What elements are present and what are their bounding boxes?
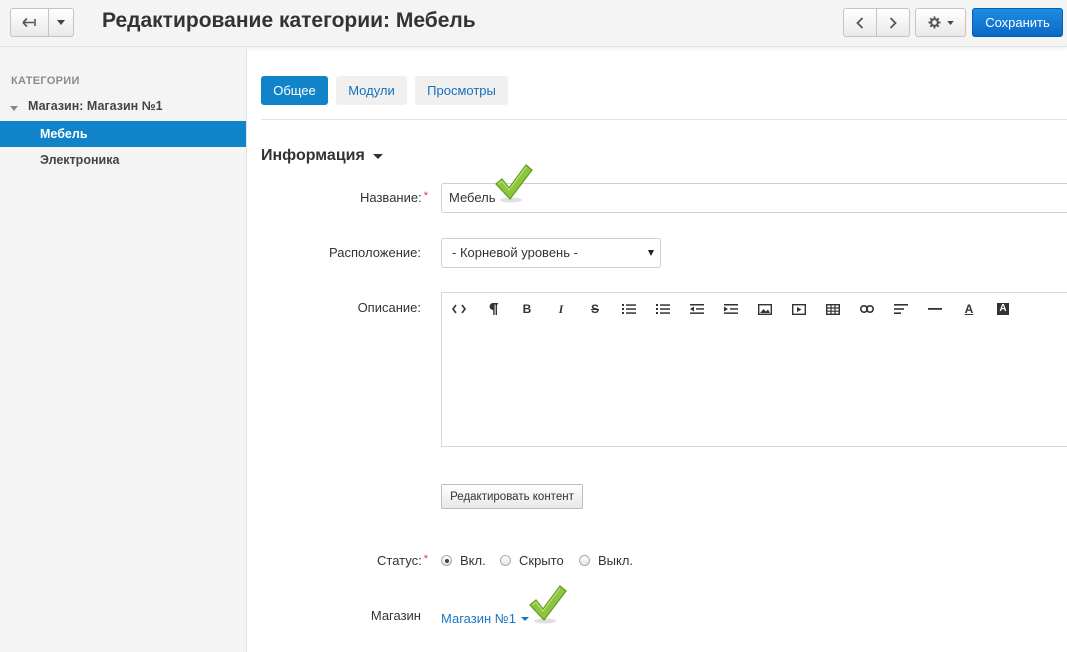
tree-root-label: Магазин: Магазин №1 — [28, 99, 163, 113]
status-option-label: Вкл. — [460, 553, 486, 568]
background-color-icon[interactable]: A — [993, 300, 1013, 318]
sidebar-heading: КАТЕГОРИИ — [11, 75, 80, 87]
back-menu-button[interactable] — [48, 8, 74, 37]
italic-icon[interactable]: I — [551, 300, 571, 318]
align-icon[interactable] — [891, 300, 911, 318]
store-selector[interactable]: Магазин №1 — [441, 611, 529, 626]
indent-icon[interactable] — [721, 300, 741, 318]
caret-down-icon — [57, 20, 65, 25]
chevron-right-icon — [889, 16, 897, 29]
page-title: Редактирование категории: Мебель — [102, 9, 476, 32]
chevron-left-icon — [856, 16, 864, 29]
expand-triangle-icon[interactable] — [10, 105, 18, 111]
sidebar-item-mebel[interactable]: Мебель — [0, 121, 246, 147]
select-arrow-icon — [648, 250, 654, 256]
editor-toolbar: B I S A A — [442, 293, 1067, 327]
checkmark-icon — [529, 585, 567, 624]
edit-content-button[interactable]: Редактировать контент — [441, 484, 583, 509]
description-label: Описание: — [357, 300, 421, 315]
tab-general[interactable]: Общее — [261, 76, 328, 105]
save-button[interactable]: Сохранить — [972, 8, 1063, 37]
next-button[interactable] — [876, 8, 910, 37]
font-color-icon[interactable]: A — [959, 300, 979, 318]
outdent-icon[interactable] — [687, 300, 707, 318]
status-radio-on[interactable]: Вкл. — [441, 553, 486, 568]
code-view-icon[interactable] — [449, 300, 469, 318]
paragraph-icon[interactable] — [483, 300, 503, 318]
section-title-information[interactable]: Информация — [261, 147, 383, 165]
section-title-label: Информация — [261, 147, 365, 164]
location-select[interactable]: - Корневой уровень - — [441, 238, 661, 268]
link-icon[interactable] — [857, 300, 877, 318]
tab-modules[interactable]: Модули — [336, 76, 407, 105]
status-radio-hidden[interactable]: Скрыто — [500, 553, 564, 568]
horizontal-rule-icon[interactable] — [925, 300, 945, 318]
previous-button[interactable] — [843, 8, 877, 37]
location-label: Расположение: — [329, 245, 421, 260]
store-selector-value: Магазин №1 — [441, 611, 516, 626]
video-icon[interactable] — [789, 300, 809, 318]
status-option-label: Скрыто — [519, 553, 564, 568]
caret-down-icon — [946, 20, 954, 25]
strikethrough-icon[interactable]: S — [585, 300, 605, 318]
settings-menu-button[interactable] — [915, 8, 966, 37]
bullet-list-icon[interactable] — [619, 300, 639, 318]
location-select-value: - Корневой уровень - — [452, 245, 578, 260]
description-editor: B I S A A — [441, 292, 1067, 447]
collapse-caret-icon — [372, 153, 383, 159]
checkmark-icon — [495, 164, 533, 203]
image-icon[interactable] — [755, 300, 775, 318]
sidebar-item-elektronika[interactable]: Электроника — [0, 147, 246, 173]
status-label: Статус: * — [377, 553, 428, 568]
back-arrow-icon — [22, 17, 36, 28]
numbered-list-icon[interactable] — [653, 300, 673, 318]
tree-root-store[interactable]: Магазин: Магазин №1 — [10, 99, 163, 113]
store-label: Магазин — [370, 608, 421, 623]
name-input[interactable]: Мебель — [441, 183, 1067, 213]
tabs-divider — [261, 119, 1067, 120]
description-textarea[interactable] — [442, 326, 1067, 446]
back-button[interactable] — [10, 8, 49, 37]
sidebar: КАТЕГОРИИ Магазин: Магазин №1 Мебель Эле… — [0, 47, 247, 652]
tab-views[interactable]: Просмотры — [415, 76, 508, 105]
radio-unchecked[interactable] — [579, 555, 590, 566]
name-label: Название: * — [360, 190, 428, 205]
status-option-label: Выкл. — [598, 553, 634, 568]
radio-checked[interactable] — [441, 555, 452, 566]
table-icon[interactable] — [823, 300, 843, 318]
bold-icon[interactable]: B — [517, 300, 537, 318]
top-toolbar: Редактирование категории: Мебель Сохрани… — [0, 0, 1067, 47]
gear-icon — [927, 16, 941, 29]
radio-unchecked[interactable] — [500, 555, 511, 566]
status-radio-off[interactable]: Выкл. — [579, 553, 633, 568]
